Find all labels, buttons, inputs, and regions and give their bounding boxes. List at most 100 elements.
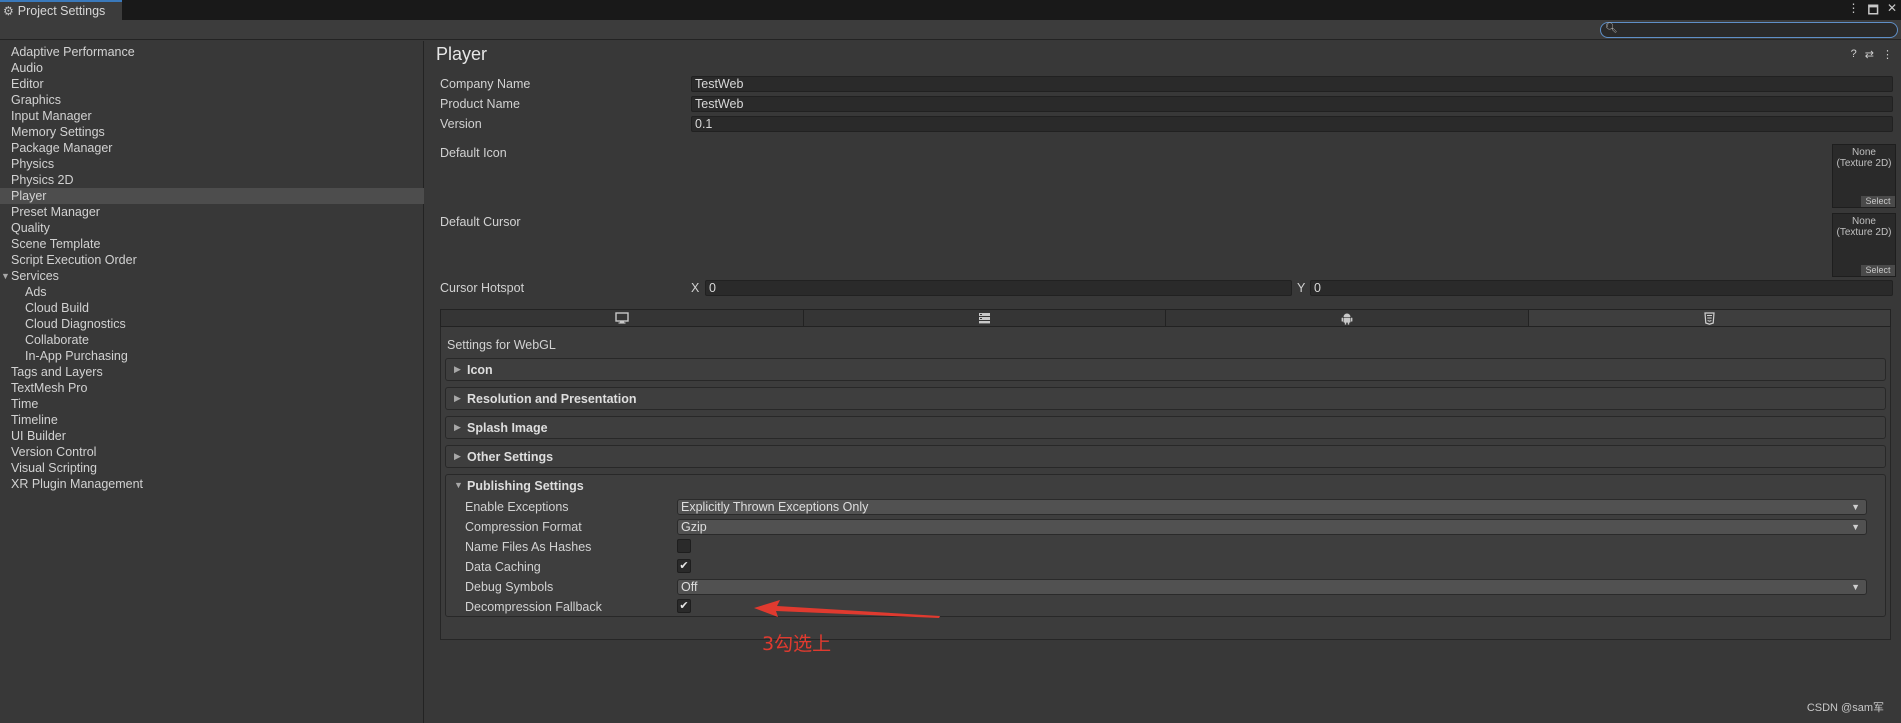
sidebar-item-cloud-build[interactable]: Cloud Build xyxy=(0,300,424,316)
more-options-icon[interactable]: ⋮ xyxy=(1848,1,1860,22)
foldout-title: Resolution and Presentation xyxy=(467,392,637,406)
foldout-title: Splash Image xyxy=(467,421,548,435)
maximize-icon[interactable]: 🗖 xyxy=(1868,1,1879,22)
enable-exceptions-dropdown[interactable]: Explicitly Thrown Exceptions Only ▼ xyxy=(677,499,1867,515)
foldout-title: Icon xyxy=(467,363,493,377)
sidebar-item-time[interactable]: Time xyxy=(0,396,424,412)
sidebar: Adaptive Performance Audio Editor Graphi… xyxy=(0,41,424,723)
enable-exceptions-value: Explicitly Thrown Exceptions Only xyxy=(681,500,869,514)
search-icon: 🔍︎ xyxy=(1605,23,1618,34)
company-name-field[interactable]: TestWeb xyxy=(691,76,1893,92)
publishing-settings-section: ▼ Publishing Settings Enable Exceptions … xyxy=(445,474,1886,617)
texture-none-label: None (Texture 2D) xyxy=(1836,147,1892,169)
name-files-as-hashes-checkbox[interactable] xyxy=(677,539,691,553)
version-label: Version xyxy=(440,117,482,131)
default-icon-texture-field[interactable]: None (Texture 2D) Select xyxy=(1832,144,1896,208)
search-input[interactable]: 🔍︎ xyxy=(1600,22,1898,38)
sidebar-item-package-manager[interactable]: Package Manager xyxy=(0,140,424,156)
tab-title: Project Settings xyxy=(17,4,106,18)
decompression-fallback-checkbox[interactable]: ✔ xyxy=(677,599,691,613)
default-icon-select-button[interactable]: Select xyxy=(1861,196,1895,207)
sidebar-item-adaptive-performance[interactable]: Adaptive Performance xyxy=(0,44,424,60)
presets-icon[interactable]: ⇄ xyxy=(1865,48,1874,61)
sidebar-item-scene-template[interactable]: Scene Template xyxy=(0,236,424,252)
sidebar-item-collaborate[interactable]: Collaborate xyxy=(0,332,424,348)
android-icon xyxy=(1341,313,1353,325)
sidebar-item-physics[interactable]: Physics xyxy=(0,156,424,172)
tab-android[interactable] xyxy=(1166,310,1529,326)
publishing-settings-title[interactable]: Publishing Settings xyxy=(467,479,584,493)
sidebar-item-textmesh-pro[interactable]: TextMesh Pro xyxy=(0,380,424,396)
compression-format-dropdown[interactable]: Gzip ▼ xyxy=(677,519,1867,535)
sidebar-item-xr-plugin-management[interactable]: XR Plugin Management xyxy=(0,476,424,492)
hotspot-x-label: X xyxy=(691,281,700,295)
expand-arrow-icon[interactable]: ▼ xyxy=(1,268,10,284)
toolbar: 🔍︎ xyxy=(0,20,1901,40)
webgl-icon xyxy=(1704,311,1715,325)
enable-exceptions-label: Enable Exceptions xyxy=(465,500,569,514)
tab-desktop[interactable] xyxy=(441,310,804,326)
checkmark-icon: ✔ xyxy=(679,600,689,612)
foldout-splash-image[interactable]: ▶ Splash Image xyxy=(445,416,1886,439)
product-name-field[interactable]: TestWeb xyxy=(691,96,1893,112)
sidebar-item-ads[interactable]: Ads xyxy=(0,284,424,300)
tab-server[interactable] xyxy=(803,310,1166,326)
player-settings-panel: Player ? ⇄ ⋮ Company Name TestWeb Produc… xyxy=(425,41,1901,723)
sidebar-item-editor[interactable]: Editor xyxy=(0,76,424,92)
default-cursor-select-button[interactable]: Select xyxy=(1861,265,1895,276)
debug-symbols-dropdown[interactable]: Off ▼ xyxy=(677,579,1867,595)
compression-format-value: Gzip xyxy=(681,520,707,534)
sidebar-item-cloud-diagnostics[interactable]: Cloud Diagnostics xyxy=(0,316,424,332)
sidebar-item-timeline[interactable]: Timeline xyxy=(0,412,424,428)
sidebar-item-services[interactable]: ▼ Services xyxy=(0,268,424,284)
foldout-title: Other Settings xyxy=(467,450,554,464)
window-controls: ⋮ 🗖 ✕ xyxy=(1848,1,1897,22)
company-name-label: Company Name xyxy=(440,77,531,91)
watermark: CSDN @sam军 xyxy=(1806,702,1884,714)
tab-webgl[interactable] xyxy=(1528,310,1890,326)
hotspot-x-field[interactable]: 0 xyxy=(705,280,1292,296)
sidebar-item-script-execution-order[interactable]: Script Execution Order xyxy=(0,252,424,268)
sidebar-item-tags-and-layers[interactable]: Tags and Layers xyxy=(0,364,424,380)
sidebar-item-version-control[interactable]: Version Control xyxy=(0,444,424,460)
foldout-icon[interactable]: ▶ Icon xyxy=(445,358,1886,381)
expanded-arrow-icon[interactable]: ▼ xyxy=(454,480,463,490)
annotation-arrow xyxy=(754,600,940,618)
sidebar-item-quality[interactable]: Quality xyxy=(0,220,424,236)
desktop-icon xyxy=(615,312,629,324)
sidebar-item-physics-2d[interactable]: Physics 2D xyxy=(0,172,424,188)
collapsed-arrow-icon: ▶ xyxy=(454,422,461,432)
sidebar-item-input-manager[interactable]: Input Manager xyxy=(0,108,424,124)
project-settings-window: ⚙ Project Settings ⋮ 🗖 ✕ 🔍︎ Adaptive Per… xyxy=(0,0,1901,723)
foldout-resolution-and-presentation[interactable]: ▶ Resolution and Presentation xyxy=(445,387,1886,410)
settings-for-label: Settings for WebGL xyxy=(447,338,556,352)
data-caching-checkbox[interactable]: ✔ xyxy=(677,559,691,573)
help-icon[interactable]: ? xyxy=(1851,48,1857,61)
name-files-as-hashes-label: Name Files As Hashes xyxy=(465,540,592,554)
gear-icon: ⚙ xyxy=(3,4,14,18)
sidebar-item-graphics[interactable]: Graphics xyxy=(0,92,424,108)
foldout-other-settings[interactable]: ▶ Other Settings xyxy=(445,445,1886,468)
sidebar-item-ui-builder[interactable]: UI Builder xyxy=(0,428,424,444)
sidebar-item-in-app-purchasing[interactable]: In-App Purchasing xyxy=(0,348,424,364)
collapsed-arrow-icon: ▶ xyxy=(454,451,461,461)
sidebar-item-player[interactable]: Player xyxy=(0,188,424,204)
compression-format-label: Compression Format xyxy=(465,520,582,534)
sidebar-item-preset-manager[interactable]: Preset Manager xyxy=(0,204,424,220)
tab-project-settings[interactable]: ⚙ Project Settings xyxy=(0,0,122,20)
cursor-hotspot-label: Cursor Hotspot xyxy=(440,281,525,295)
hotspot-y-field[interactable]: 0 xyxy=(1310,280,1893,296)
more-icon[interactable]: ⋮ xyxy=(1882,48,1893,61)
sidebar-item-audio[interactable]: Audio xyxy=(0,60,424,76)
default-cursor-texture-field[interactable]: None (Texture 2D) Select xyxy=(1832,213,1896,277)
debug-symbols-value: Off xyxy=(681,580,698,594)
default-icon-label: Default Icon xyxy=(440,146,507,160)
collapsed-arrow-icon: ▶ xyxy=(454,393,461,403)
product-name-label: Product Name xyxy=(440,97,520,111)
debug-symbols-label: Debug Symbols xyxy=(465,580,554,594)
sidebar-item-visual-scripting[interactable]: Visual Scripting xyxy=(0,460,424,476)
tab-bar: ⚙ Project Settings ⋮ 🗖 ✕ xyxy=(0,0,1901,20)
close-icon[interactable]: ✕ xyxy=(1887,1,1897,22)
sidebar-item-memory-settings[interactable]: Memory Settings xyxy=(0,124,424,140)
version-field[interactable]: 0.1 xyxy=(691,116,1893,132)
